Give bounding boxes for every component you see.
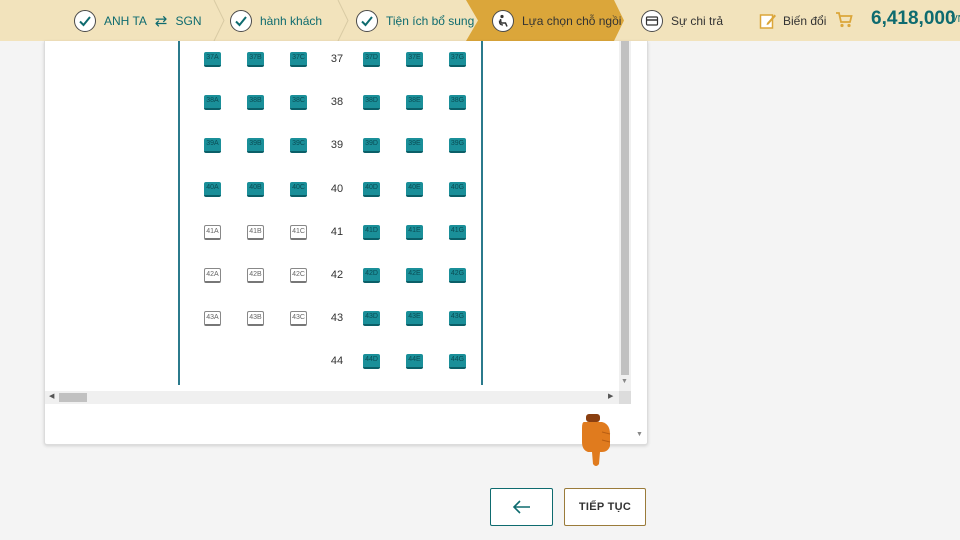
seat-38d[interactable]: 38D xyxy=(363,95,380,110)
seat-43c[interactable]: 43C xyxy=(290,311,307,326)
seat-40e[interactable]: 40E xyxy=(406,182,423,197)
seat-40g[interactable]: 40G xyxy=(449,182,466,197)
seat-43b[interactable]: 43B xyxy=(247,311,264,326)
route-origin: ANH TA xyxy=(104,13,147,28)
modify-label: Biến đổi xyxy=(783,13,827,28)
seat-44e[interactable]: 44E xyxy=(406,354,423,369)
credit-card-icon xyxy=(641,9,663,32)
seat-41g[interactable]: 41G xyxy=(449,225,466,240)
row-number: 40 xyxy=(330,183,344,195)
row-number: 41 xyxy=(330,226,344,238)
horizontal-scrollbar[interactable]: ◀ ▶ xyxy=(45,391,631,404)
seat-39c[interactable]: 39C xyxy=(290,138,307,153)
vertical-scrollbar-thumb[interactable] xyxy=(621,41,629,375)
continue-button[interactable]: TIẾP TỤC xyxy=(564,488,646,526)
scrollbar-corner xyxy=(619,391,631,404)
seat-40b[interactable]: 40B xyxy=(247,182,264,197)
check-icon xyxy=(230,9,252,32)
row-number: 44 xyxy=(330,355,344,367)
seat-41b[interactable]: 41B xyxy=(247,225,264,240)
row-number: 43 xyxy=(330,312,344,324)
step-passengers[interactable]: hành khách xyxy=(230,0,322,41)
step-extras[interactable]: Tiện ích bổ sung xyxy=(356,0,474,41)
seat-37b[interactable]: 37B xyxy=(247,52,264,67)
seat-38b[interactable]: 38B xyxy=(247,95,264,110)
route-destination: SGN xyxy=(175,13,202,28)
seat-37a[interactable]: 37A xyxy=(204,52,221,67)
modify-booking-link[interactable]: Biến đổi xyxy=(759,0,826,41)
seat-41a[interactable]: 41A xyxy=(204,225,221,240)
seat-41c[interactable]: 41C xyxy=(290,225,307,240)
scroll-right-arrow-icon[interactable]: ▶ xyxy=(608,392,613,400)
seat-42g[interactable]: 42G xyxy=(449,268,466,283)
swap-arrows-icon: ⇄ xyxy=(154,12,168,30)
row-number: 37 xyxy=(330,53,344,65)
seat-38a[interactable]: 38A xyxy=(204,95,221,110)
seat-44g[interactable]: 44G xyxy=(449,354,466,369)
edit-icon xyxy=(759,12,777,30)
seat-38c[interactable]: 38C xyxy=(290,95,307,110)
step-seat-selection[interactable]: Lựa chọn chỗ ngồi xyxy=(492,0,621,41)
step-extras-label: Tiện ích bổ sung xyxy=(386,13,475,28)
seat-40c[interactable]: 40C xyxy=(290,182,307,197)
seat-37c[interactable]: 37C xyxy=(290,52,307,67)
step-passengers-label: hành khách xyxy=(260,13,323,28)
row-number: 42 xyxy=(330,269,344,281)
arrow-left-icon xyxy=(512,500,532,514)
step-seat-selection-label: Lựa chọn chỗ ngồi xyxy=(522,13,622,28)
step-payment[interactable]: Sự chi trả xyxy=(641,0,723,41)
seat-map-panel: 37 37A 37B 37C 37D 37E 37G 38 38A 38B 38C 38D 38E 38G… xyxy=(44,41,648,445)
vertical-scrollbar[interactable]: ▼ xyxy=(619,41,631,391)
seat-39b[interactable]: 39B xyxy=(247,138,264,153)
seat-43g[interactable]: 43G xyxy=(449,311,466,326)
check-icon xyxy=(74,9,96,32)
horizontal-scrollbar-thumb[interactable] xyxy=(59,393,87,402)
seat-icon xyxy=(492,9,514,32)
check-icon xyxy=(356,9,378,32)
seat-43e[interactable]: 43E xyxy=(406,311,423,326)
cart-icon[interactable] xyxy=(835,11,853,34)
seat-37d[interactable]: 37D xyxy=(363,52,380,67)
step-payment-label: Sự chi trả xyxy=(671,13,724,28)
cabin-wall-left xyxy=(178,41,180,385)
seat-37g[interactable]: 37G xyxy=(449,52,466,67)
seat-42a[interactable]: 42A xyxy=(204,268,221,283)
cabin-wall-right xyxy=(481,41,483,385)
seat-41e[interactable]: 41E xyxy=(406,225,423,240)
scroll-left-arrow-icon[interactable]: ◀ xyxy=(49,392,54,400)
step-separator-icon xyxy=(213,0,225,41)
seat-41d[interactable]: 41D xyxy=(363,225,380,240)
seat-44d[interactable]: 44D xyxy=(363,354,380,369)
seat-43d[interactable]: 43D xyxy=(363,311,380,326)
seat-42b[interactable]: 42B xyxy=(247,268,264,283)
seat-37e[interactable]: 37E xyxy=(406,52,423,67)
seat-42c[interactable]: 42C xyxy=(290,268,307,283)
scroll-down-arrow-icon[interactable]: ▼ xyxy=(621,378,628,385)
seat-39e[interactable]: 39E xyxy=(406,138,423,153)
page-scroll-down-arrow-icon[interactable]: ▼ xyxy=(636,431,643,438)
currency-label: VN xyxy=(951,14,960,25)
seat-38g[interactable]: 38G xyxy=(449,95,466,110)
booking-steps-bar: ANH TA ⇄ SGN hành khách Tiện ích bổ sung… xyxy=(0,0,960,41)
step-route[interactable]: ANH TA ⇄ SGN xyxy=(74,0,202,41)
row-number: 38 xyxy=(330,96,344,108)
step-separator-icon xyxy=(337,0,349,41)
back-button[interactable] xyxy=(490,488,553,526)
seat-39g[interactable]: 39G xyxy=(449,138,466,153)
seat-40a[interactable]: 40A xyxy=(204,182,221,197)
seat-39a[interactable]: 39A xyxy=(204,138,221,153)
seat-43a[interactable]: 43A xyxy=(204,311,221,326)
seat-38e[interactable]: 38E xyxy=(406,95,423,110)
total-price: 6,418,000 xyxy=(871,8,956,29)
hand-pointer-cursor-icon xyxy=(582,414,611,466)
seat-40d[interactable]: 40D xyxy=(363,182,380,197)
seat-42e[interactable]: 42E xyxy=(406,268,423,283)
seat-42d[interactable]: 42D xyxy=(363,268,380,283)
seat-39d[interactable]: 39D xyxy=(363,138,380,153)
row-number: 39 xyxy=(330,139,344,151)
